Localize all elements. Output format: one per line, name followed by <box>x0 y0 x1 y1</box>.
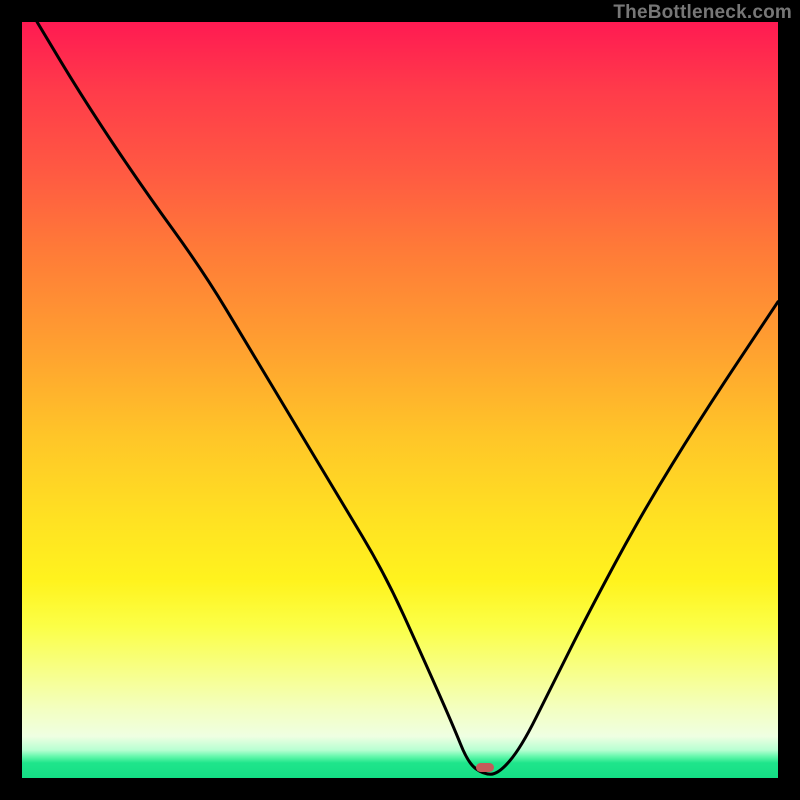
chart-frame: TheBottleneck.com <box>0 0 800 800</box>
notch-marker <box>476 763 494 772</box>
plot-area-outer <box>22 22 778 778</box>
bottleneck-curve <box>22 22 778 778</box>
watermark-text: TheBottleneck.com <box>613 2 792 24</box>
